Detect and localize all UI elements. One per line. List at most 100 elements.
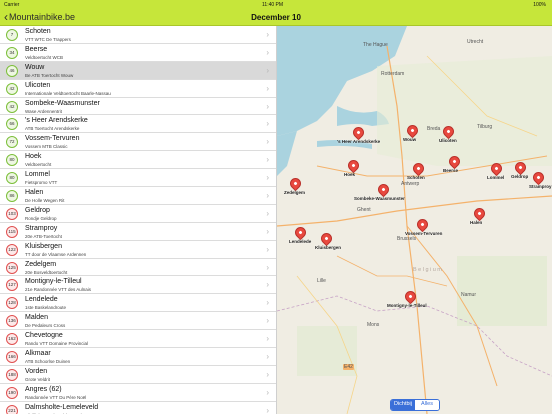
map-pin-label: Beerse <box>443 168 459 173</box>
distance-badge: 122 <box>6 243 18 256</box>
chevron-right-icon: › <box>266 83 269 93</box>
chevron-right-icon: › <box>266 47 269 57</box>
distance-badge: 66 <box>6 118 18 131</box>
city-label: Mons <box>367 322 380 328</box>
ride-name: Ulicoten <box>25 81 51 89</box>
distance-badge: 188 <box>6 368 18 381</box>
city-label: Rotterdam <box>381 71 405 77</box>
map-view[interactable]: Belgium The Hague Utrecht Rotterdam Bred… <box>277 26 552 414</box>
ride-subtitle: Wase Ardennentrit <box>25 108 62 114</box>
chevron-right-icon: › <box>266 173 269 183</box>
filter-segmented-control[interactable]: Dichtbij Alles <box>390 399 440 411</box>
ride-name: Stramproy <box>25 224 58 232</box>
distance-badge: 80 <box>6 172 18 185</box>
ride-name: Lommel <box>25 171 50 179</box>
ride-row[interactable]: 86 Halen De Holle Wegen Rit › <box>0 187 276 205</box>
ride-subtitle: ATB Toertocht Arendskerke <box>25 126 80 132</box>
ride-row[interactable]: 103 Geldrop Rondje Geldrop › <box>0 205 276 223</box>
chevron-right-icon: › <box>266 30 269 39</box>
ride-row[interactable]: 136 Malden De Pedaleurs Cross › <box>0 312 276 331</box>
ride-subtitle: 20e ATB-Toertocht <box>25 233 62 239</box>
chevron-right-icon: › <box>266 101 269 111</box>
ride-row[interactable]: 128 Lendelede 1ste Baskelandroute › <box>0 294 276 313</box>
ride-row[interactable]: 7 Schoten VTT WTC De Trappers › <box>0 26 276 44</box>
ride-row[interactable]: 34 Beerse Veldtoertocht WCB › <box>0 44 276 62</box>
ride-row[interactable]: 190 Angres (62) Randonnée VTT Du Père Noël… <box>0 384 276 402</box>
tab-all[interactable]: Alles <box>415 400 439 410</box>
ride-name: Dalmsholte-Lemeleveld <box>25 403 99 411</box>
ride-subtitle: Grote Veldrit <box>25 376 51 382</box>
distance-badge: 125 <box>6 261 18 274</box>
chevron-right-icon: › <box>266 191 269 201</box>
distance-badge: 136 <box>6 315 18 328</box>
city-label: Tilburg <box>477 124 493 130</box>
ride-row[interactable]: 66 's Heer Arendskerke ATB Toertocht Arend… <box>0 115 276 134</box>
status-bar: Carrier 11:40 PM 100% <box>0 0 552 10</box>
map-pin-label: Montigny-le-Tilleul <box>387 303 427 308</box>
city-label: Ghent <box>357 207 371 213</box>
distance-badge: 221 <box>6 404 18 414</box>
ride-name: Wouw <box>25 63 45 71</box>
ride-name: Lendelede <box>25 296 58 304</box>
map-pin-label: Zedelgem <box>284 190 306 195</box>
ride-name: Vorden <box>25 367 48 375</box>
ride-row[interactable]: 80 Lommel Fietspromo VTT › <box>0 169 276 188</box>
ride-row[interactable]: 127 Montigny-le-Tilleul 21e Randonnée VTT … <box>0 276 276 295</box>
chevron-right-icon: › <box>266 387 269 397</box>
city-label: Brussels <box>397 236 417 242</box>
ride-name: Hoek <box>25 153 42 161</box>
ride-row[interactable]: 162 Chevetogne Rando VTT Domaine Provincia… <box>0 330 276 349</box>
map-pin-label: Ulicoten <box>439 138 457 143</box>
ride-name: Sombeke-Waasmunster <box>25 99 100 107</box>
distance-badge: 128 <box>6 297 18 310</box>
ride-row[interactable]: 80 Hoek Veldtoertocht › <box>0 151 276 170</box>
map-pin-label: 's Heer Arendskerke <box>337 139 381 144</box>
ride-name: Malden <box>25 314 48 322</box>
navigation-bar: ‹ Mountainbike.be December 10 <box>0 10 552 26</box>
city-label: Namur <box>461 292 477 298</box>
ride-row[interactable]: 42 Ulicoten Internationale Veldtoertocht B… <box>0 80 276 98</box>
ride-row[interactable]: 125 Zedelgem 20e Bosveldtoertocht › <box>0 259 276 277</box>
ride-name: Halen <box>25 189 44 197</box>
map-background <box>277 26 552 414</box>
chevron-right-icon: › <box>266 65 269 75</box>
chevron-right-icon: › <box>266 334 269 344</box>
ride-subtitle: Fietspromo VTT <box>25 180 58 186</box>
ride-subtitle: Rando VTT Domaine Provincial <box>25 341 88 347</box>
ride-list[interactable]: 7 Schoten VTT WTC De Trappers › 34 Beerse Veld… <box>0 26 277 414</box>
map-pin-label: Stramproy <box>529 184 552 189</box>
ride-name: Alkmaar <box>25 350 51 358</box>
chevron-right-icon: › <box>266 155 269 165</box>
map-pin-label: Vossem-Tervuren <box>405 231 443 236</box>
ride-name: Schoten <box>25 28 51 35</box>
ride-name: Beerse <box>25 45 48 53</box>
chevron-right-icon: › <box>266 244 269 254</box>
ride-row[interactable]: 166 Alkmaar ATB Schoorlse Duinen › <box>0 348 276 366</box>
distance-badge: 127 <box>6 279 18 292</box>
ride-subtitle: VTT WTC De Trappers <box>25 37 71 42</box>
city-label: Utrecht <box>467 39 484 45</box>
distance-badge: 72 <box>6 136 18 149</box>
ride-name: Geldrop <box>25 206 50 214</box>
battery-label: 100% <box>533 2 546 8</box>
ride-row[interactable]: 122 Kluisbergen TT door de Vlaamse Ardenne… <box>0 241 276 259</box>
distance-badge: 86 <box>6 190 18 203</box>
ride-subtitle: Veldtoertocht WCB <box>25 54 64 60</box>
map-pin-label: Hoek <box>344 172 356 177</box>
city-label: Breda <box>427 126 441 132</box>
ride-name: Chevetogne <box>25 332 63 340</box>
ride-row[interactable]: 115 Stramproy 20e ATB-Toertocht › <box>0 223 276 241</box>
tab-nearby[interactable]: Dichtbij <box>391 400 415 410</box>
distance-badge: 80 <box>6 154 18 167</box>
distance-badge: 7 <box>6 29 18 41</box>
ride-row[interactable]: 72 Vossem-Tervuren Vossem MTB Classic › <box>0 133 276 152</box>
ride-subtitle: Be ATB Toertocht Wouw <box>25 72 74 78</box>
ride-row[interactable]: 46 Wouw Be ATB Toertocht Wouw › <box>0 61 276 80</box>
distance-badge: 190 <box>6 386 18 399</box>
map-pin-label: Halen <box>470 220 483 225</box>
chevron-right-icon: › <box>266 352 269 362</box>
ride-name: Montigny-le-Tilleul <box>25 278 82 286</box>
ride-row[interactable]: 188 Vorden Grote Veldrit › <box>0 366 276 384</box>
ride-row[interactable]: 221Dalmsholte-LemeleveldBijzillich Lemel… <box>0 402 276 414</box>
ride-row[interactable]: 42 Sombeke-Waasmunster Wase Ardennentrit › <box>0 98 276 116</box>
